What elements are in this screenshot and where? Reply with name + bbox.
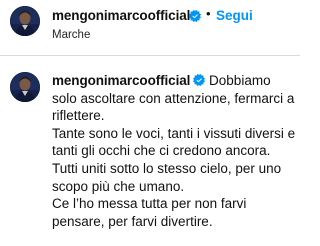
post-location[interactable]: Marche <box>52 29 90 41</box>
post-username[interactable]: mengonimarcoofficial <box>52 8 190 23</box>
verified-badge-icon <box>193 74 206 86</box>
caption-line: Tutti uniti sotto lo stesso cielo, per u… <box>52 160 282 194</box>
separator-dot: • <box>206 6 211 21</box>
caption-text: mengonimarcoofficial Dobbiamo solo ascol… <box>52 72 296 230</box>
post-header: mengonimarcoofficial • Segui Marche <box>0 0 300 52</box>
follow-button[interactable]: Segui <box>216 8 253 23</box>
caption-username[interactable]: mengonimarcoofficial <box>52 73 190 88</box>
profile-avatar[interactable] <box>10 6 40 36</box>
caption-avatar[interactable] <box>10 72 40 102</box>
caption-line: Tante sono le voci, tanti i vissuti dive… <box>52 125 296 159</box>
verified-badge-icon <box>189 10 201 22</box>
caption-line: Ce l’ho messa tutta per non farvi pensar… <box>52 196 247 229</box>
header-divider <box>0 55 300 56</box>
caption-lead-paragraph: mengonimarcoofficial Dobbiamo solo ascol… <box>52 72 296 125</box>
